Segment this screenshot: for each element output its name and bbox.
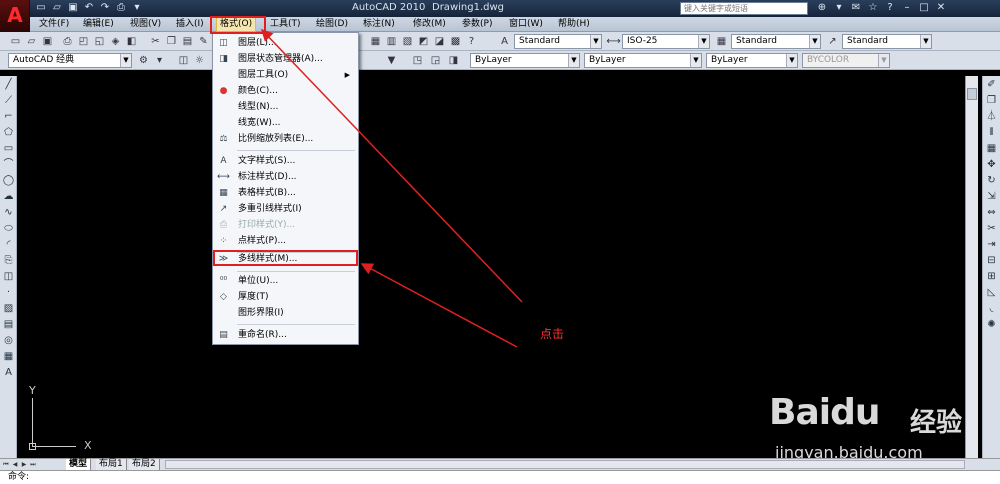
- tab-layout2[interactable]: 布局2: [129, 459, 160, 470]
- watermark-brand: Baidu: [769, 392, 880, 433]
- horizontal-scrollbar[interactable]: [165, 460, 965, 469]
- arrow-to-format-menu: [260, 28, 523, 303]
- next-tab-icon[interactable]: ▶: [20, 460, 28, 469]
- first-tab-icon[interactable]: ⏮: [2, 460, 10, 469]
- tab-layout1[interactable]: 布局1: [96, 459, 127, 470]
- command-prompt: 命令:: [8, 472, 30, 482]
- watermark-cn: 经验: [910, 408, 963, 438]
- last-tab-icon[interactable]: ⏭: [29, 460, 37, 469]
- prev-tab-icon[interactable]: ◀: [11, 460, 19, 469]
- tab-model[interactable]: 模型: [66, 459, 92, 470]
- layout-tab-bar: ⏮ ◀ ▶ ⏭ 模型 布局1 布局2: [0, 458, 1000, 470]
- autocad-window: ▭ ▱ ▣ ↶ ↷ ⎙ ▾ AutoCAD 2010 Drawing1.dwg …: [0, 0, 1000, 484]
- arrow-to-mline-style: [360, 263, 518, 348]
- command-line[interactable]: 命令:: [0, 470, 1000, 484]
- click-annotation-label: 点击: [540, 327, 565, 341]
